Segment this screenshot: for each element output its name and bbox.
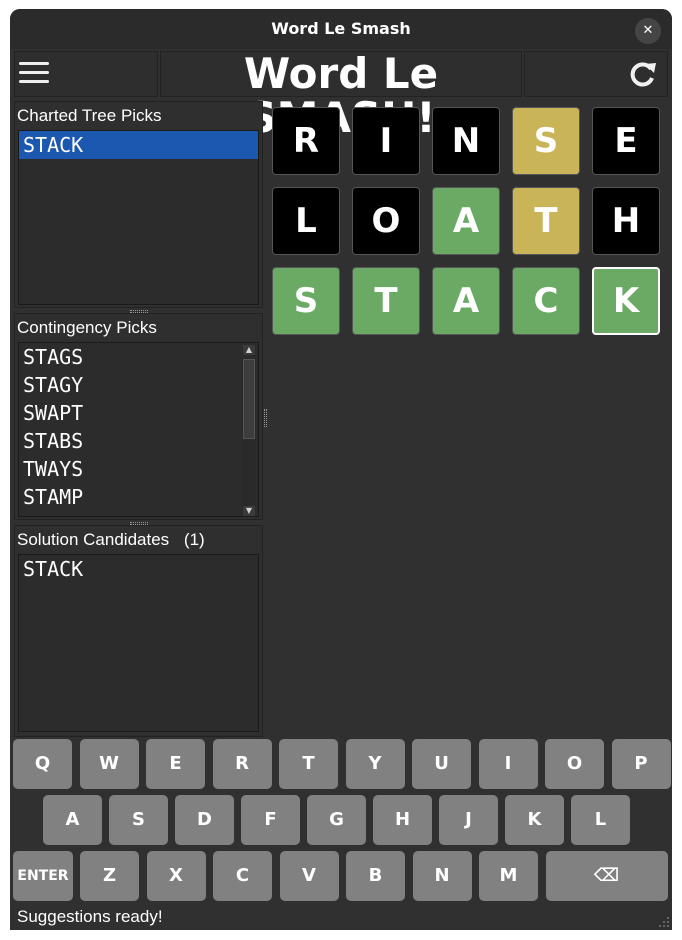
- solution-label: Solution Candidates (1): [17, 530, 205, 550]
- key-c[interactable]: C: [213, 851, 272, 901]
- close-button[interactable]: ✕: [635, 18, 661, 44]
- refresh-area: [524, 51, 668, 97]
- titlebar[interactable]: Word Le Smash ✕: [10, 9, 672, 49]
- key-o[interactable]: O: [545, 739, 604, 789]
- status-bar: Suggestions ready!: [17, 907, 163, 926]
- key-l[interactable]: L: [571, 795, 630, 845]
- key-r[interactable]: R: [212, 739, 272, 789]
- letter-tile[interactable]: I: [352, 107, 420, 175]
- key-s[interactable]: S: [109, 795, 168, 845]
- list-item[interactable]: STABS: [19, 427, 258, 455]
- list-item[interactable]: STAGY: [19, 371, 258, 399]
- letter-tile[interactable]: T: [352, 267, 420, 335]
- scroll-up-icon[interactable]: ▲: [243, 345, 255, 355]
- resize-grip-icon[interactable]: [659, 917, 669, 927]
- solution-label-text: Solution Candidates: [17, 530, 170, 549]
- contingency-panel: Contingency Picks STAGS STAGY SWAPT STABS TW…: [14, 313, 263, 520]
- list-item[interactable]: STACK: [19, 131, 258, 159]
- list-item[interactable]: STACK: [19, 555, 258, 583]
- enter-key[interactable]: ENTER: [13, 851, 73, 901]
- letter-tile[interactable]: N: [432, 107, 500, 175]
- key-p[interactable]: P: [611, 739, 671, 789]
- key-f[interactable]: F: [241, 795, 300, 845]
- key-x[interactable]: X: [146, 851, 206, 901]
- letter-tile[interactable]: A: [432, 267, 500, 335]
- charted-tree-list[interactable]: STACK: [18, 130, 259, 305]
- key-g[interactable]: G: [307, 795, 366, 845]
- key-h[interactable]: H: [373, 795, 432, 845]
- key-b[interactable]: B: [346, 851, 405, 901]
- letter-tile[interactable]: E: [592, 107, 660, 175]
- contingency-scrollbar[interactable]: ▲ ▼: [242, 345, 256, 516]
- key-t[interactable]: T: [279, 739, 338, 789]
- key-z[interactable]: Z: [80, 851, 139, 901]
- refresh-icon[interactable]: [629, 60, 657, 88]
- contingency-label: Contingency Picks: [17, 318, 157, 337]
- scroll-thumb[interactable]: [243, 359, 255, 439]
- key-u[interactable]: U: [412, 739, 471, 789]
- key-w[interactable]: W: [79, 739, 139, 789]
- letter-tile[interactable]: S: [272, 267, 340, 335]
- menu-area: [14, 51, 158, 97]
- key-i[interactable]: I: [478, 739, 538, 789]
- list-item[interactable]: STAMP: [19, 483, 258, 511]
- heading-area: Word Le SMASH!: [160, 51, 522, 140]
- list-item[interactable]: STAGS: [19, 343, 258, 371]
- key-m[interactable]: M: [479, 851, 538, 901]
- app-window: Word Le Smash ✕ Word Le SMASH! Charted T…: [10, 9, 672, 930]
- vertical-sash[interactable]: [264, 409, 267, 427]
- list-item[interactable]: TWAYS: [19, 455, 258, 483]
- key-y[interactable]: Y: [345, 739, 405, 789]
- contingency-list[interactable]: STAGSSTAGYSWAPTSTABSTWAYSSTAMPSTAWS: [19, 343, 258, 516]
- key-j[interactable]: J: [439, 795, 498, 845]
- list-item[interactable]: SWAPT: [19, 399, 258, 427]
- solution-list[interactable]: STACK: [18, 554, 259, 732]
- key-v[interactable]: V: [279, 851, 339, 901]
- letter-tile[interactable]: T: [512, 187, 580, 255]
- solution-panel: Solution Candidates (1) STACK: [14, 525, 263, 737]
- contingency-listbox[interactable]: STAGSSTAGYSWAPTSTABSTWAYSSTAMPSTAWS ▲ ▼: [18, 342, 259, 517]
- window-title: Word Le Smash: [271, 19, 411, 38]
- letter-tile[interactable]: S: [512, 107, 580, 175]
- key-n[interactable]: N: [412, 851, 472, 901]
- key-e[interactable]: E: [146, 739, 205, 789]
- letter-tile[interactable]: C: [512, 267, 580, 335]
- letter-tile[interactable]: H: [592, 187, 660, 255]
- letter-tile[interactable]: R: [272, 107, 340, 175]
- charted-tree-panel: Charted Tree Picks STACK: [14, 101, 263, 308]
- scroll-down-icon[interactable]: ▼: [243, 506, 255, 516]
- letter-tile[interactable]: L: [272, 187, 340, 255]
- charted-tree-label: Charted Tree Picks: [17, 106, 162, 125]
- key-k[interactable]: K: [505, 795, 564, 845]
- key-q[interactable]: Q: [13, 739, 72, 789]
- list-item[interactable]: STAWS: [19, 511, 258, 516]
- letter-tile[interactable]: A: [432, 187, 500, 255]
- letter-tile[interactable]: O: [352, 187, 420, 255]
- solution-count: (1): [183, 530, 205, 549]
- hamburger-menu-icon[interactable]: [19, 62, 49, 86]
- header-row: Word Le SMASH!: [14, 51, 668, 140]
- key-a[interactable]: A: [43, 795, 102, 845]
- key-d[interactable]: D: [175, 795, 234, 845]
- backspace-key[interactable]: ⌫: [545, 851, 668, 901]
- letter-tile[interactable]: K: [592, 267, 660, 335]
